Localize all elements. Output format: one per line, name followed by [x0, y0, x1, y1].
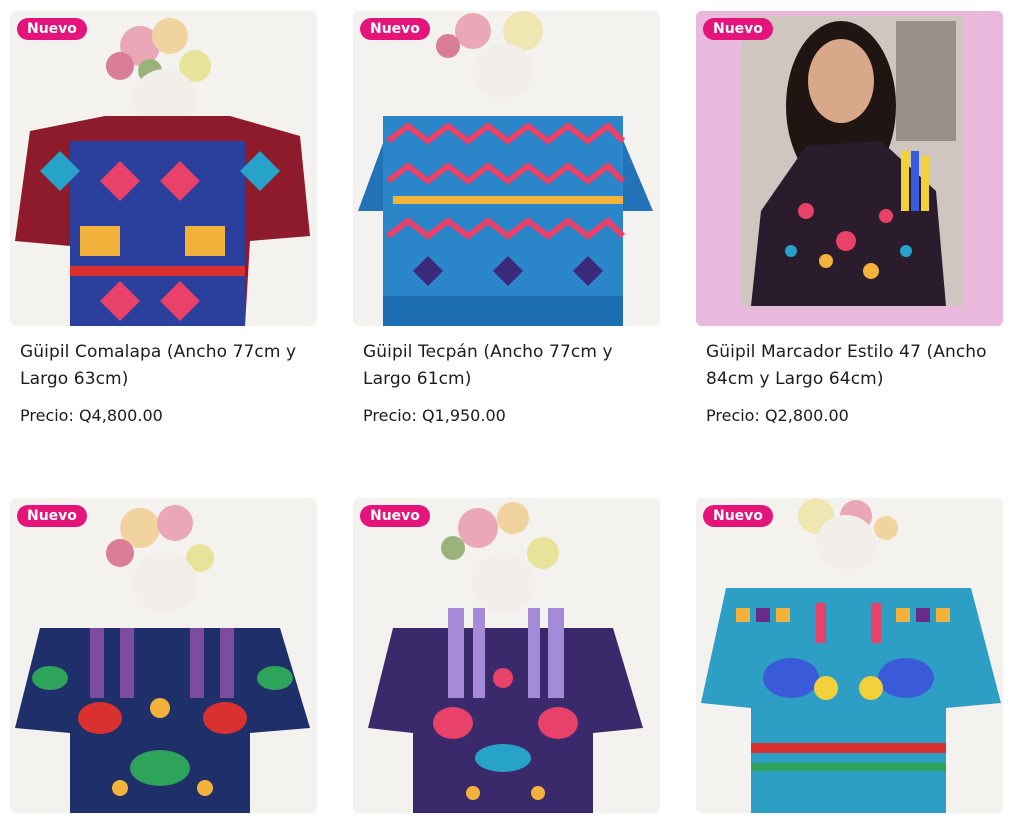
- product-image[interactable]: Nuevo: [696, 498, 1003, 813]
- product-title[interactable]: Güipil Comalapa (Ancho 77cm y Largo 63cm…: [20, 339, 307, 393]
- new-badge: Nuevo: [360, 18, 430, 40]
- product-title[interactable]: Güipil Marcador Estilo 47 (Ancho 84cm y …: [706, 339, 993, 393]
- product-card[interactable]: Nuevo Güipil Tecpán (Ancho 77cm y Largo …: [353, 11, 660, 427]
- new-badge: Nuevo: [360, 505, 430, 527]
- product-image[interactable]: Nuevo: [10, 11, 317, 326]
- product-card[interactable]: Nuevo: [10, 498, 317, 813]
- product-price: Precio: Q2,800.00: [706, 406, 849, 425]
- product-card[interactable]: Nuevo Güipil Comalapa (Ancho 77cm y Larg…: [10, 11, 317, 427]
- product-image[interactable]: Nuevo: [353, 498, 660, 813]
- product-image[interactable]: Nuevo: [10, 498, 317, 813]
- new-badge: Nuevo: [703, 18, 773, 40]
- new-badge: Nuevo: [17, 505, 87, 527]
- product-card[interactable]: Nuevo Güipil Marcador Estilo 47 (Ancho 8…: [696, 11, 1003, 427]
- product-card[interactable]: Nuevo: [353, 498, 660, 813]
- product-title[interactable]: Güipil Tecpán (Ancho 77cm y Largo 61cm): [363, 339, 650, 393]
- product-price: Precio: Q1,950.00: [363, 406, 506, 425]
- new-badge: Nuevo: [17, 18, 87, 40]
- product-card[interactable]: Nuevo: [696, 498, 1003, 813]
- new-badge: Nuevo: [703, 505, 773, 527]
- product-price: Precio: Q4,800.00: [20, 406, 163, 425]
- product-image[interactable]: Nuevo: [353, 11, 660, 326]
- product-image[interactable]: Nuevo: [696, 11, 1003, 326]
